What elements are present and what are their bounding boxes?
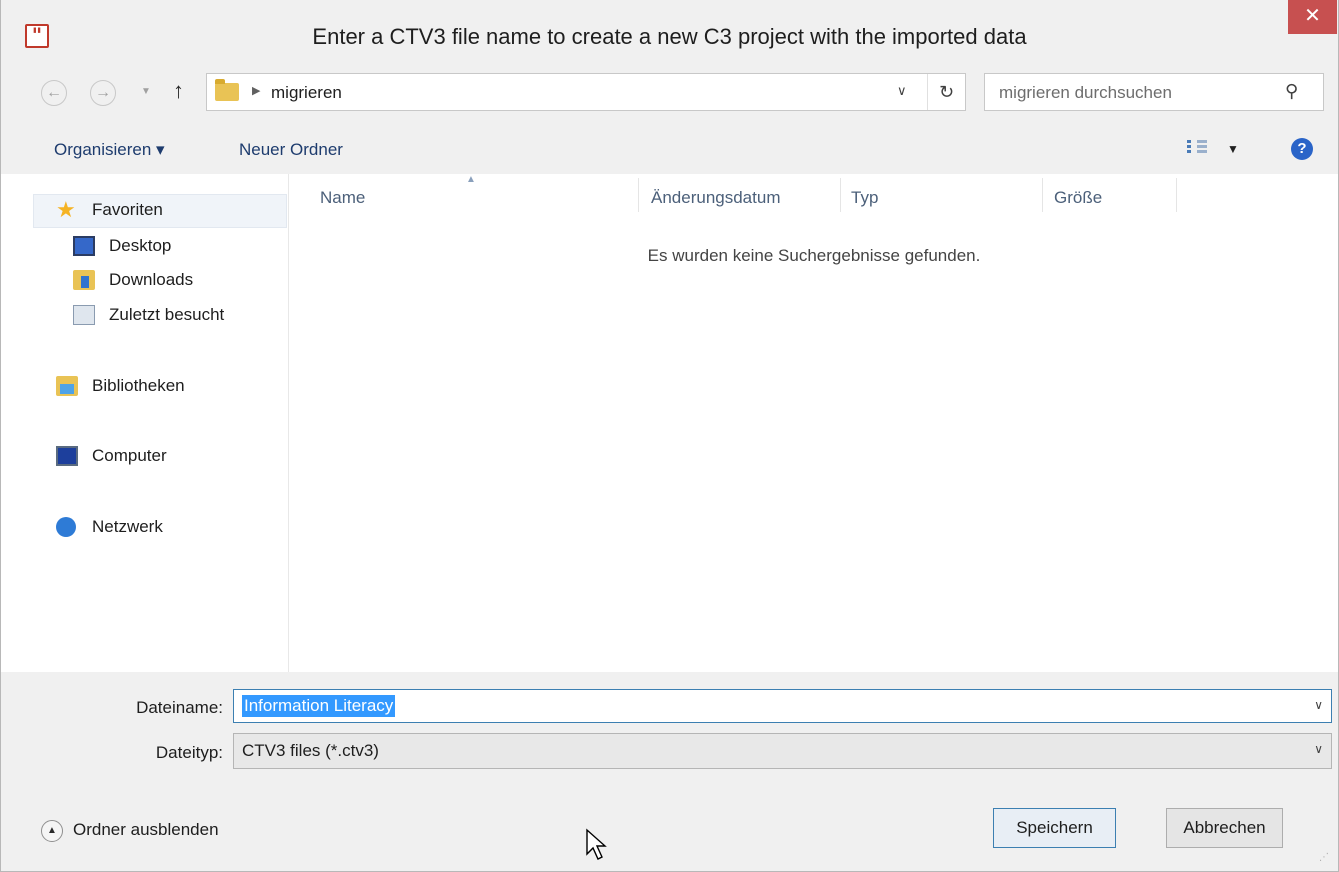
file-list[interactable]: Name ▲ Änderungsdatum Typ Größe Es wurde… (290, 174, 1338, 672)
sort-ascending-icon: ▲ (466, 174, 476, 185)
star-icon: ★ (56, 197, 76, 222)
refresh-icon: ↻ (938, 82, 955, 102)
filename-value: Information Literacy (242, 695, 396, 717)
organize-menu-button[interactable]: Organisieren ▾ (54, 140, 165, 160)
column-header-label: Name (320, 188, 366, 207)
sidebar-item-label: Netzwerk (92, 517, 163, 536)
filename-history-chevron-down-icon[interactable]: ∨ (1314, 698, 1323, 712)
up-one-level-button[interactable]: ↑ (173, 78, 184, 104)
dialog-title: Enter a CTV3 file name to create a new C… (312, 24, 1027, 49)
recent-locations-chevron-down-icon[interactable]: ▼ (141, 86, 151, 97)
close-button[interactable]: ✕ (1288, 0, 1337, 34)
column-divider[interactable] (1176, 178, 1177, 212)
column-divider[interactable] (638, 178, 639, 212)
address-bar[interactable]: ▶ migrieren ∨ ↻ (206, 73, 966, 111)
column-header-label: Änderungsdatum (651, 188, 781, 207)
column-header-label: Typ (851, 188, 879, 207)
breadcrumb-folder[interactable]: migrieren (271, 83, 342, 103)
filename-label: Dateiname: (136, 698, 223, 717)
column-header-type[interactable]: Typ (851, 188, 878, 208)
breadcrumb-chevron-right-icon[interactable]: ▶ (252, 84, 260, 97)
recent-places-icon (73, 305, 95, 325)
filename-input[interactable]: Information Literacy ∨ (233, 689, 1332, 723)
help-icon[interactable]: ? (1291, 138, 1313, 160)
title-bar: " Enter a CTV3 file name to create a new… (1, 0, 1338, 62)
chevron-up-icon: ▲ (41, 820, 63, 842)
column-divider[interactable] (1042, 178, 1043, 212)
network-icon (56, 517, 76, 537)
view-options-chevron-down-icon[interactable]: ▼ (1227, 142, 1239, 156)
filetype-label: Dateityp: (155, 743, 223, 762)
search-placeholder: migrieren durchsuchen (999, 83, 1172, 102)
sidebar-item-label: Downloads (109, 270, 194, 289)
browser-pane: ★ Favoriten Desktop Downloads Zuletzt be… (1, 174, 1338, 672)
resize-grip-icon[interactable]: ⋰ (1319, 852, 1329, 863)
cancel-button[interactable]: Abbrechen (1166, 808, 1283, 848)
computer-icon (56, 446, 78, 466)
sidebar-item-label: Favoriten (92, 200, 163, 219)
sidebar-item-label: Bibliotheken (92, 376, 185, 395)
back-button[interactable]: ← (41, 80, 67, 106)
filetype-chevron-down-icon[interactable]: ∨ (1314, 742, 1323, 756)
save-file-dialog: " Enter a CTV3 file name to create a new… (0, 0, 1339, 872)
view-details-icon[interactable] (1187, 140, 1207, 156)
filetype-value: CTV3 files (*.ctv3) (242, 741, 379, 760)
forward-button[interactable]: → (90, 80, 116, 106)
new-folder-button[interactable]: Neuer Ordner (239, 140, 343, 160)
column-header-label: Größe (1054, 188, 1103, 207)
refresh-button[interactable]: ↻ (927, 74, 965, 110)
empty-results-message: Es wurden keine Suchergebnisse gefunden. (647, 246, 981, 265)
address-history-chevron-down-icon[interactable]: ∨ (897, 83, 907, 99)
sidebar-item-label: Computer (92, 446, 167, 465)
mouse-cursor-icon (586, 828, 607, 860)
filetype-select[interactable]: CTV3 files (*.ctv3) ∨ (233, 733, 1332, 769)
folder-icon (215, 79, 239, 101)
column-header-name[interactable]: Name (320, 188, 365, 208)
column-header-size[interactable]: Größe (1054, 188, 1102, 208)
save-button[interactable]: Speichern (993, 808, 1116, 848)
navigation-pane: ★ Favoriten Desktop Downloads Zuletzt be… (1, 174, 289, 672)
column-divider[interactable] (840, 178, 841, 212)
column-header-date-modified[interactable]: Änderungsdatum (651, 188, 780, 208)
sidebar-item-label: Desktop (109, 236, 172, 255)
search-icon[interactable]: ⚲ (1285, 81, 1298, 102)
command-bar (1, 124, 1338, 174)
libraries-icon (56, 376, 78, 396)
desktop-icon (73, 236, 95, 256)
sidebar-item-label: Zuletzt besucht (109, 305, 225, 324)
hide-folders-label: Ordner ausblenden (73, 820, 219, 839)
downloads-folder-icon (73, 270, 95, 290)
search-input[interactable]: migrieren durchsuchen ⚲ (984, 73, 1324, 111)
